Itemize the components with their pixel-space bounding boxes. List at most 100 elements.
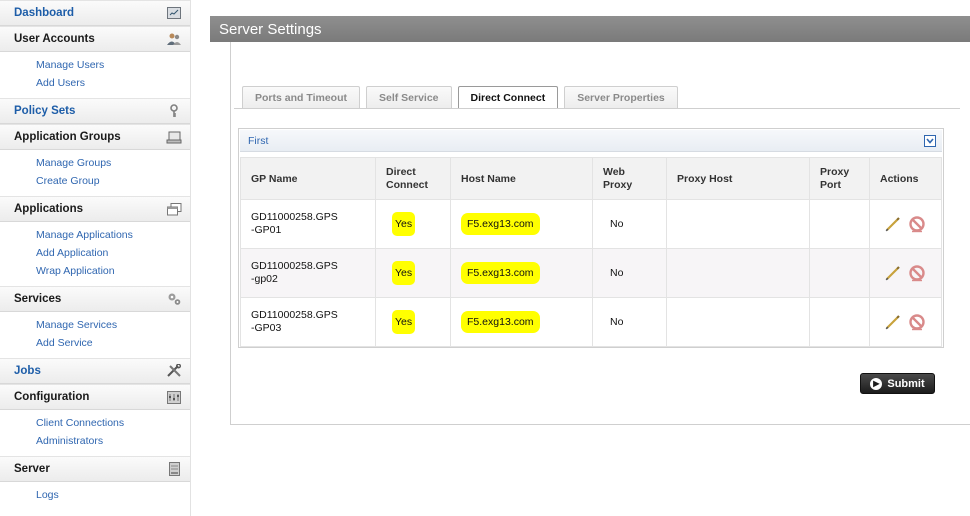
proxy-port-cell bbox=[809, 248, 870, 298]
sidebar-submenu-services: Manage Services Add Service bbox=[0, 312, 190, 358]
server-icon bbox=[166, 462, 182, 476]
table-row: GD11000258.GPS-gp02 Yes F5.exg13.com No bbox=[240, 248, 942, 298]
pencil-edit-icon[interactable] bbox=[884, 264, 902, 282]
sidebar-section-user-accounts[interactable]: User Accounts bbox=[0, 26, 190, 52]
host-name-value: F5.exg13.com bbox=[461, 311, 540, 333]
sidebar-link-logs[interactable]: Logs bbox=[36, 486, 190, 504]
sidebar-section-server[interactable]: Server bbox=[0, 456, 190, 482]
page-title: Server Settings bbox=[219, 21, 322, 38]
column-header-web-proxy-label: Web Proxy bbox=[603, 165, 633, 191]
sidebar-submenu-user-accounts: Manage Users Add Users bbox=[0, 52, 190, 98]
config-icon bbox=[166, 390, 182, 404]
gp-name-cell: GD11000258.GPS-gp02 bbox=[240, 248, 376, 298]
sidebar-link-add-service[interactable]: Add Service bbox=[36, 334, 190, 352]
web-proxy-cell: No bbox=[592, 199, 667, 249]
direct-connect-cell: Yes bbox=[375, 199, 451, 249]
web-proxy-cell: No bbox=[592, 248, 667, 298]
sidebar-link-add-application[interactable]: Add Application bbox=[36, 244, 190, 262]
direct-connect-value: Yes bbox=[392, 310, 416, 334]
sidebar-submenu-configuration: Client Connections Administrators bbox=[0, 410, 190, 456]
sidebar-section-services[interactable]: Services bbox=[0, 286, 190, 312]
gp-name: GD11000258.GPS-GP01 bbox=[251, 211, 338, 236]
sidebar-section-label: Configuration bbox=[14, 391, 90, 403]
column-header-proxy-host[interactable]: Proxy Host bbox=[666, 157, 810, 200]
monitor-icon bbox=[166, 130, 182, 144]
sidebar-section-label: Jobs bbox=[14, 365, 41, 377]
host-name-cell: F5.exg13.com bbox=[450, 297, 593, 347]
chevron-down-icon[interactable] bbox=[924, 135, 936, 147]
sidebar-link-manage-applications[interactable]: Manage Applications bbox=[36, 226, 190, 244]
sidebar-link-create-group[interactable]: Create Group bbox=[36, 172, 190, 190]
delete-icon[interactable] bbox=[908, 313, 926, 331]
submit-label: Submit bbox=[887, 377, 925, 390]
sidebar-section-label: Application Groups bbox=[14, 131, 121, 143]
sidebar-section-label: Dashboard bbox=[14, 7, 75, 19]
column-header-proxy-port[interactable]: Proxy Port bbox=[809, 157, 870, 200]
tab-server-properties[interactable]: Server Properties bbox=[564, 86, 678, 108]
tab-ports-and-timeout[interactable]: Ports and Timeout bbox=[242, 86, 360, 108]
column-header-direct-connect[interactable]: Direct Connect bbox=[375, 157, 451, 200]
arrow-right-icon: ▶ bbox=[870, 377, 883, 390]
column-header-web-proxy[interactable]: Web Proxy bbox=[592, 157, 667, 200]
column-header-host-name[interactable]: Host Name bbox=[450, 157, 593, 200]
direct-connect-cell: Yes bbox=[375, 297, 451, 347]
table-header-row: GP Name Direct Connect Host Name Web Pro… bbox=[240, 157, 942, 200]
sidebar-section-label: User Accounts bbox=[14, 33, 95, 45]
pencil-edit-icon[interactable] bbox=[884, 313, 902, 331]
proxy-host-cell bbox=[666, 199, 810, 249]
host-name-cell: F5.exg13.com bbox=[450, 199, 593, 249]
gp-name: GD11000258.GPS-gp02 bbox=[251, 260, 338, 285]
sidebar: Dashboard User Accounts Manage Users Add Us… bbox=[0, 0, 191, 516]
proxy-host-cell bbox=[666, 248, 810, 298]
sidebar-section-configuration[interactable]: Configuration bbox=[0, 384, 190, 410]
sidebar-link-manage-services[interactable]: Manage Services bbox=[36, 316, 190, 334]
sidebar-submenu-applications: Manage Applications Add Application Wrap A… bbox=[0, 222, 190, 286]
sidebar-submenu-server: Logs bbox=[0, 482, 190, 510]
web-proxy-value: No bbox=[610, 218, 624, 230]
sidebar-link-add-users[interactable]: Add Users bbox=[36, 74, 190, 92]
tab-direct-connect[interactable]: Direct Connect bbox=[457, 86, 559, 109]
users-icon bbox=[166, 32, 182, 46]
gp-name-cell: GD11000258.GPS-GP01 bbox=[240, 199, 376, 249]
delete-icon[interactable] bbox=[908, 264, 926, 282]
windows-icon bbox=[166, 202, 182, 216]
tab-divider bbox=[234, 108, 960, 109]
host-name-value: F5.exg13.com bbox=[461, 262, 540, 284]
column-header-gp-name[interactable]: GP Name bbox=[240, 157, 376, 200]
settings-tabs: Ports and Timeout Self Service Direct Conn… bbox=[242, 86, 684, 109]
sidebar-section-application-groups[interactable]: Application Groups bbox=[0, 124, 190, 150]
gears-icon bbox=[166, 292, 182, 306]
actions-cell bbox=[869, 248, 942, 298]
host-name-value: F5.exg13.com bbox=[461, 213, 540, 235]
direct-connect-table: GP Name Direct Connect Host Name Web Pro… bbox=[240, 157, 942, 347]
column-header-actions: Actions bbox=[869, 157, 942, 200]
main-content: Server Settings Ports and Timeout Self Se… bbox=[210, 0, 970, 516]
sidebar-link-client-connections[interactable]: Client Connections bbox=[36, 414, 190, 432]
column-header-direct-connect-label: Direct Connect bbox=[386, 165, 428, 191]
proxy-host-cell bbox=[666, 297, 810, 347]
column-header-proxy-port-label: Proxy Port bbox=[820, 165, 850, 191]
group-header[interactable]: First bbox=[240, 130, 942, 152]
sidebar-section-dashboard[interactable]: Dashboard bbox=[0, 0, 190, 26]
proxy-port-cell bbox=[809, 297, 870, 347]
pencil-edit-icon[interactable] bbox=[884, 215, 902, 233]
web-proxy-value: No bbox=[610, 267, 624, 279]
proxy-port-cell bbox=[809, 199, 870, 249]
delete-icon[interactable] bbox=[908, 215, 926, 233]
tab-self-service[interactable]: Self Service bbox=[365, 86, 452, 108]
group-title: First bbox=[248, 135, 269, 147]
sidebar-section-label: Server bbox=[14, 463, 50, 475]
sidebar-section-label: Policy Sets bbox=[14, 105, 76, 117]
sidebar-section-policy-sets[interactable]: Policy Sets bbox=[0, 98, 190, 124]
sidebar-section-applications[interactable]: Applications bbox=[0, 196, 190, 222]
submit-button[interactable]: ▶ Submit bbox=[860, 373, 935, 394]
web-proxy-cell: No bbox=[592, 297, 667, 347]
gp-name: GD11000258.GPS-GP03 bbox=[251, 309, 338, 334]
sidebar-link-manage-users[interactable]: Manage Users bbox=[36, 56, 190, 74]
sidebar-link-administrators[interactable]: Administrators bbox=[36, 432, 190, 450]
sidebar-link-wrap-application[interactable]: Wrap Application bbox=[36, 262, 190, 280]
sidebar-section-jobs[interactable]: Jobs bbox=[0, 358, 190, 384]
actions-cell bbox=[869, 199, 942, 249]
sidebar-link-manage-groups[interactable]: Manage Groups bbox=[36, 154, 190, 172]
key-icon bbox=[166, 104, 182, 118]
